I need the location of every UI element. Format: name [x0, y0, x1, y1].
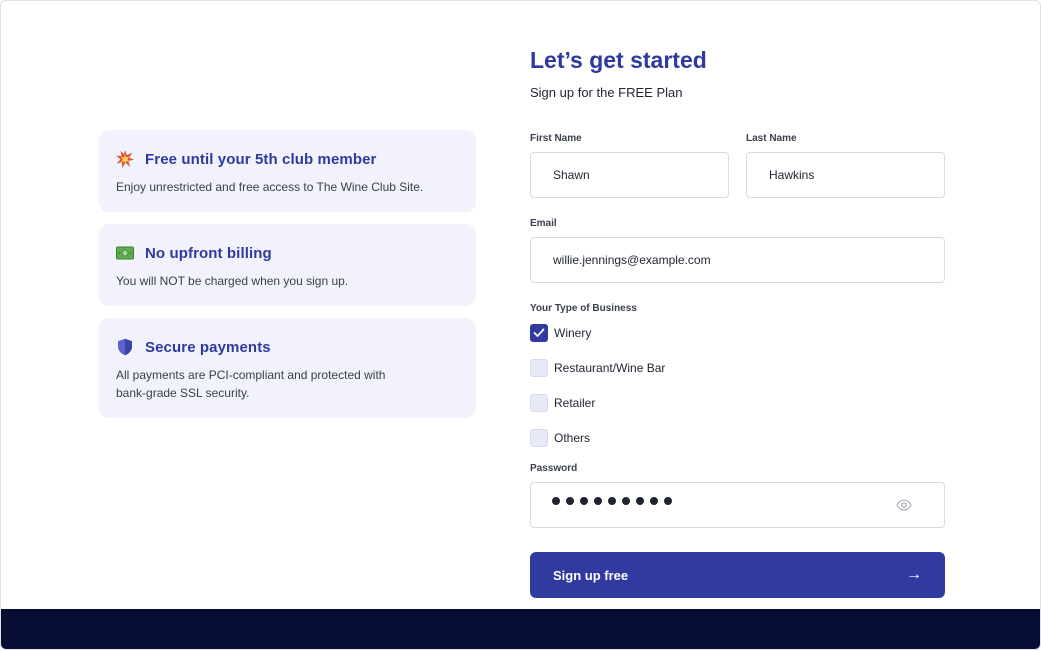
feature-description: All payments are PCI-compliant and prote… [116, 368, 386, 400]
business-type-options: Winery Restaurant/Wine Bar Retailer Othe… [530, 324, 945, 464]
checkbox-label: Retailer [554, 396, 596, 410]
sign-up-button[interactable]: Sign up free → [530, 552, 945, 598]
feature-title: Free until your 5th club member [145, 150, 377, 168]
arrow-right-icon: → [906, 566, 922, 583]
signup-form: Let’s get started Sign up for the FREE P… [530, 45, 945, 598]
last-name-input[interactable] [746, 152, 945, 198]
checkbox-label: Others [554, 431, 591, 445]
eye-icon[interactable] [896, 498, 912, 512]
first-name-label: First Name [530, 133, 582, 144]
password-dot [580, 497, 588, 505]
feature-title: No upfront billing [145, 244, 272, 262]
password-label: Password [530, 463, 578, 474]
checkbox-unchecked[interactable] [530, 394, 548, 412]
name-row: First Name Last Name [530, 133, 945, 198]
checkbox-checked[interactable] [530, 324, 548, 342]
business-type-group: Your Type of Business Winery Restaurant/… [530, 303, 945, 464]
email-group: Email [530, 218, 945, 283]
page-subtitle: Sign up for the FREE Plan [530, 85, 683, 100]
feature-description: Enjoy unrestricted and free access to Th… [116, 180, 424, 194]
password-dot [566, 497, 574, 505]
page-title: Let’s get started [530, 47, 707, 73]
feature-card-free: Free until your 5th club member Enjoy un… [99, 130, 476, 212]
password-dot [622, 497, 630, 505]
checkbox-label: Restaurant/Wine Bar [554, 361, 666, 375]
password-dot [636, 497, 644, 505]
last-name-group: Last Name [746, 133, 945, 198]
checkmark-icon [533, 328, 545, 337]
business-option-others[interactable]: Others [530, 429, 746, 447]
feature-title: Secure payments [145, 338, 271, 356]
password-dot [650, 497, 658, 505]
last-name-label: Last Name [746, 133, 797, 144]
password-dot [608, 497, 616, 505]
password-dot [594, 497, 602, 505]
feature-card-billing: No upfront billing You will NOT be charg… [99, 224, 476, 306]
business-type-label: Your Type of Business [530, 303, 637, 314]
checkbox-unchecked[interactable] [530, 359, 548, 377]
sign-up-button-label: Sign up free [553, 567, 629, 583]
password-dot [552, 497, 560, 505]
business-option-retailer[interactable]: Retailer [530, 394, 746, 412]
password-dot [664, 497, 672, 505]
feature-card-security: Secure payments All payments are PCI-com… [99, 318, 476, 418]
feature-list: Free until your 5th club member Enjoy un… [99, 130, 476, 430]
money-icon [116, 244, 134, 262]
first-name-input[interactable] [530, 152, 729, 198]
email-input[interactable] [530, 237, 945, 283]
shield-icon [116, 338, 134, 356]
feature-description: You will NOT be charged when you sign up… [116, 274, 349, 288]
email-label: Email [530, 218, 557, 229]
password-group: Password [530, 463, 945, 528]
checkbox-unchecked[interactable] [530, 429, 548, 447]
business-option-winery[interactable]: Winery [530, 324, 746, 342]
explosion-icon [116, 150, 134, 168]
first-name-group: First Name [530, 133, 729, 198]
business-option-restaurant[interactable]: Restaurant/Wine Bar [530, 359, 746, 377]
footer-bar [1, 609, 1040, 649]
password-input[interactable] [530, 482, 945, 528]
checkbox-label: Winery [554, 326, 592, 340]
password-mask [552, 497, 678, 505]
signup-page: Free until your 5th club member Enjoy un… [0, 0, 1041, 650]
